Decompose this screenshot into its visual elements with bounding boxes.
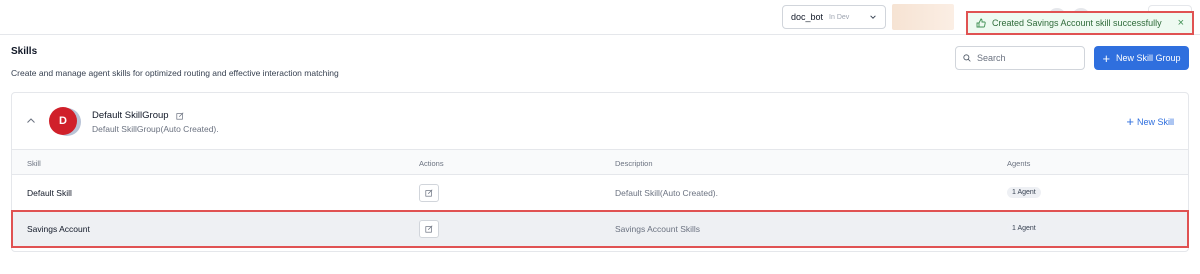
edit-skill-button[interactable] — [419, 184, 439, 202]
skill-group-card: D Default SkillGroup Default SkillGroup(… — [11, 92, 1189, 252]
thumbs-up-icon — [976, 18, 986, 28]
bot-name: doc_bot — [791, 12, 824, 22]
skill-name: Default Skill — [27, 188, 72, 198]
search-field[interactable] — [955, 46, 1085, 70]
table-row[interactable]: Savings Account Savings Account Skills 1… — [12, 211, 1188, 247]
skill-description: Default Skill(Auto Created). — [615, 188, 718, 198]
edit-icon[interactable] — [176, 112, 184, 120]
table-row[interactable]: Default Skill Default Skill(Auto Created… — [12, 175, 1188, 211]
toast-message: Created Savings Account skill successful… — [992, 18, 1162, 28]
edit-skill-button[interactable] — [419, 220, 439, 238]
column-header-agents: Agents — [1007, 159, 1031, 168]
column-header-description: Description — [615, 159, 653, 168]
blurred-region — [892, 4, 954, 30]
avatar: D — [49, 107, 77, 135]
edit-icon — [425, 189, 433, 197]
search-icon — [963, 54, 971, 62]
agents-badge: 1 Agent — [1007, 223, 1041, 234]
skill-name: Savings Account — [27, 224, 90, 234]
edit-icon — [425, 225, 433, 233]
skill-group-description: Default SkillGroup(Auto Created). — [92, 124, 219, 134]
new-skill-group-label: New Skill Group — [1116, 53, 1181, 63]
column-header-skill: Skill — [27, 159, 41, 168]
agents-badge: 1 Agent — [1007, 187, 1041, 198]
plus-icon: + — [1102, 50, 1111, 66]
chevron-up-icon[interactable] — [26, 116, 36, 126]
new-skill-group-button[interactable]: + New Skill Group — [1094, 46, 1189, 70]
skill-description: Savings Account Skills — [615, 224, 701, 234]
page-subtitle: Create and manage agent skills for optim… — [11, 68, 339, 78]
skill-group-name: Default SkillGroup — [92, 110, 169, 121]
search-input[interactable] — [977, 53, 1077, 63]
bot-env-label: In Dev — [829, 13, 850, 21]
chevron-down-icon — [870, 15, 876, 19]
column-header-actions: Actions — [419, 159, 444, 168]
close-icon[interactable]: × — [1178, 17, 1184, 29]
new-skill-button[interactable]: + New Skill — [1126, 115, 1174, 128]
success-toast: Created Savings Account skill successful… — [966, 11, 1194, 35]
plus-icon: + — [1126, 114, 1134, 129]
new-skill-label: New Skill — [1136, 116, 1174, 127]
skill-group-header: D Default SkillGroup Default SkillGroup(… — [12, 93, 1188, 149]
page-title: Skills — [11, 46, 38, 57]
bot-selector[interactable]: doc_bot In Dev — [782, 5, 886, 29]
table-header: Skill Actions Description Agents — [12, 149, 1188, 175]
skill-group-name-row: Default SkillGroup — [92, 110, 184, 121]
